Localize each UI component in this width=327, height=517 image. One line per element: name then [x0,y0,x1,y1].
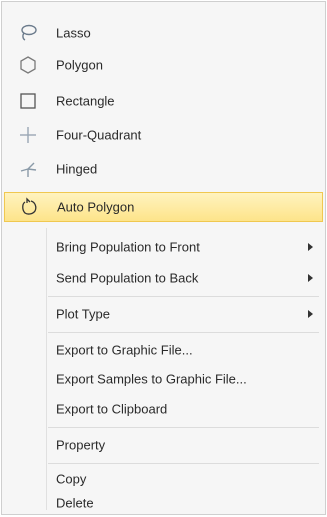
menu-item-property[interactable]: Property [4,430,323,460]
menu-item-send-population-back[interactable]: Send Population to Back [4,263,323,293]
menu-item-export-graphic-file[interactable]: Export to Graphic File... [4,335,323,365]
menu-item-label: Plot Type [56,306,110,322]
menu-separator [48,427,319,428]
menu-item-label: Export to Clipboard [56,401,168,417]
submenu-arrow-icon [308,274,313,282]
menu-item-label: Property [56,437,106,453]
menu-item-label: Export Samples to Graphic File... [56,371,247,387]
menu-item-lasso[interactable]: Lasso [4,18,323,48]
menu-item-plot-type[interactable]: Plot Type [4,299,323,329]
menu-item-rectangle[interactable]: Rectangle [4,86,323,116]
menu-item-export-clipboard[interactable]: Export to Clipboard [4,394,323,424]
menu-item-auto-polygon[interactable]: Auto Polygon [4,192,323,222]
menu-item-label: Copy [56,471,87,487]
menu-item-polygon[interactable]: Polygon [4,50,323,80]
submenu-arrow-icon [308,310,313,318]
menu-item-label: Lasso [56,25,91,41]
menu-separator [48,296,319,297]
auto-polygon-icon [19,197,39,217]
submenu-arrow-icon [308,243,313,251]
menu-item-hinged[interactable]: Hinged [4,154,323,184]
menu-item-label: Polygon [56,57,103,73]
menu-item-label: Bring Population to Front [56,239,200,255]
context-menu: Lasso Polygon Rectangle Four-Quadrant Hi… [1,1,326,515]
lasso-icon [18,23,38,43]
menu-item-label: Auto Polygon [57,199,135,215]
menu-item-copy[interactable]: Copy [4,464,323,494]
polygon-icon [18,55,38,75]
menu-item-delete[interactable]: Delete [4,492,323,514]
menu-item-bring-population-front[interactable]: Bring Population to Front [4,232,323,262]
menu-item-export-samples-graphic-file[interactable]: Export Samples to Graphic File... [4,364,323,394]
menu-item-label: Hinged [56,161,98,177]
four-quadrant-icon [18,125,38,145]
rectangle-icon [18,91,38,111]
menu-item-label: Send Population to Back [56,270,199,286]
menu-item-label: Export to Graphic File... [56,342,193,358]
menu-item-label: Four-Quadrant [56,127,142,143]
menu-item-label: Rectangle [56,93,115,109]
menu-separator [48,332,319,333]
menu-item-four-quadrant[interactable]: Four-Quadrant [4,120,323,150]
hinged-icon [18,159,38,179]
menu-item-label: Delete [56,495,94,511]
